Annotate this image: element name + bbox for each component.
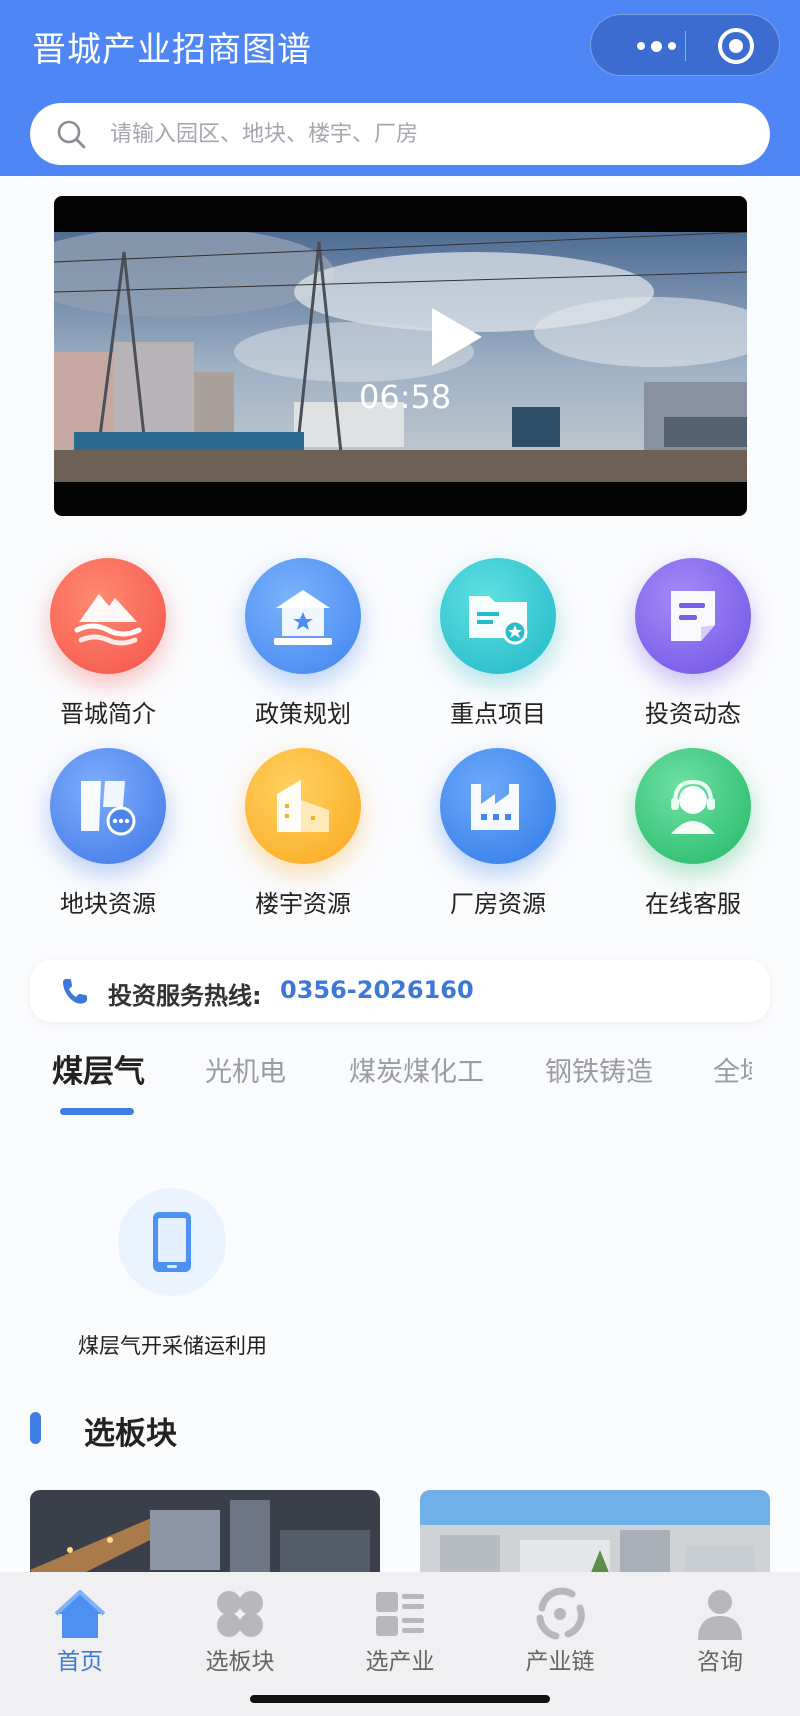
tab-all-area[interactable]: 全域	[713, 1050, 752, 1089]
industry-tabs: 煤层气 光机电 煤炭煤化工 钢铁铸造 全域	[0, 1050, 752, 1130]
grid-label: 晋城简介	[60, 700, 156, 728]
search-icon	[57, 120, 86, 149]
home-indicator	[250, 1695, 550, 1703]
phone-device-icon	[153, 1212, 191, 1272]
clover-icon	[217, 1591, 263, 1637]
tabbar-label: 选板块	[205, 1649, 275, 1675]
grid-item-investment-news[interactable]: 投资动态	[603, 558, 783, 738]
mini-program-capsule	[590, 14, 780, 76]
grid-label: 厂房资源	[450, 890, 546, 918]
home-icon	[54, 1590, 106, 1638]
hotline-label: 投资服务热线:	[108, 982, 262, 1010]
tabbar-label: 产业链	[525, 1649, 595, 1675]
phone-icon	[63, 979, 87, 1004]
dot-icon	[667, 42, 676, 50]
grid-item-key-projects[interactable]: 重点项目	[408, 558, 588, 738]
customer-service-icon	[635, 748, 751, 864]
tabbar-industries[interactable]: 选产业	[330, 1572, 470, 1692]
grid-label: 地块资源	[60, 890, 156, 918]
tabbar-label: 咨询	[697, 1649, 743, 1675]
grid-item-policy[interactable]: 政策规划	[213, 558, 393, 738]
tabbar-home[interactable]: 首页	[10, 1572, 150, 1692]
folder-star-icon	[440, 558, 556, 674]
section-title: 选板块	[84, 1416, 177, 1452]
tabbar-label: 首页	[57, 1649, 103, 1675]
tab-steel-casting[interactable]: 钢铁铸造	[545, 1050, 653, 1089]
more-menu-button[interactable]	[621, 15, 691, 77]
tab-optomechatronics[interactable]: 光机电	[205, 1050, 286, 1089]
search-bar[interactable]	[30, 103, 770, 165]
factory-icon	[440, 748, 556, 864]
investment-hotline[interactable]: 投资服务热线: 0356-2026160	[30, 960, 770, 1022]
chain-icon	[536, 1587, 585, 1640]
tab-coalbed-methane[interactable]: 煤层气	[52, 1050, 145, 1091]
play-icon[interactable]	[428, 306, 484, 368]
tabbar-label: 选产业	[365, 1649, 435, 1675]
tabbar-industry-chain[interactable]: 产业链	[490, 1572, 630, 1692]
grid-item-online-service[interactable]: 在线客服	[603, 748, 783, 928]
capsule-divider	[685, 31, 686, 61]
hotline-number[interactable]: 0356-2026160	[280, 976, 474, 1004]
dot-icon	[650, 40, 662, 52]
land-plot-icon	[50, 748, 166, 864]
promo-video[interactable]: 06:58	[54, 196, 747, 516]
video-thumbnail	[54, 232, 747, 482]
grid-item-land-resources[interactable]: 地块资源	[18, 748, 198, 928]
video-frame	[54, 232, 747, 482]
grid-label: 政策规划	[255, 700, 351, 728]
active-tab-underline	[60, 1108, 134, 1115]
section-accent-bar	[30, 1412, 41, 1444]
subcategory-label[interactable]: 煤层气开采储运利用	[0, 1330, 345, 1360]
tabbar-sectors[interactable]: 选板块	[170, 1572, 310, 1692]
building-star-icon	[245, 558, 361, 674]
app-title: 晋城产业招商图谱	[32, 30, 312, 70]
grid-label: 投资动态	[645, 700, 741, 728]
grid-label: 重点项目	[450, 700, 546, 728]
list-icon	[376, 1592, 424, 1636]
mountain-icon	[50, 558, 166, 674]
close-program-icon[interactable]	[718, 28, 754, 64]
grid-item-factory-resources[interactable]: 厂房资源	[408, 748, 588, 928]
grid-item-building-resources[interactable]: 楼宇资源	[213, 748, 393, 928]
grid-label: 楼宇资源	[255, 890, 351, 918]
person-icon	[698, 1590, 742, 1640]
search-input[interactable]	[110, 103, 750, 165]
grid-item-jincheng-intro[interactable]: 晋城简介	[18, 558, 198, 738]
tab-coal-chemical[interactable]: 煤炭煤化工	[349, 1050, 484, 1089]
grid-label: 在线客服	[645, 890, 741, 918]
page: 晋城产业招商图谱 请输入园区、地块、楼宇、厂房 06:58 晋城简介 政策规划 …	[0, 0, 800, 1716]
video-duration: 06:58	[359, 378, 452, 416]
dot-icon	[636, 42, 645, 50]
subcategory-item[interactable]	[118, 1188, 226, 1296]
tabbar-consult[interactable]: 咨询	[650, 1572, 790, 1692]
document-icon	[635, 558, 751, 674]
header: 晋城产业招商图谱	[0, 0, 800, 176]
office-building-icon	[245, 748, 361, 864]
